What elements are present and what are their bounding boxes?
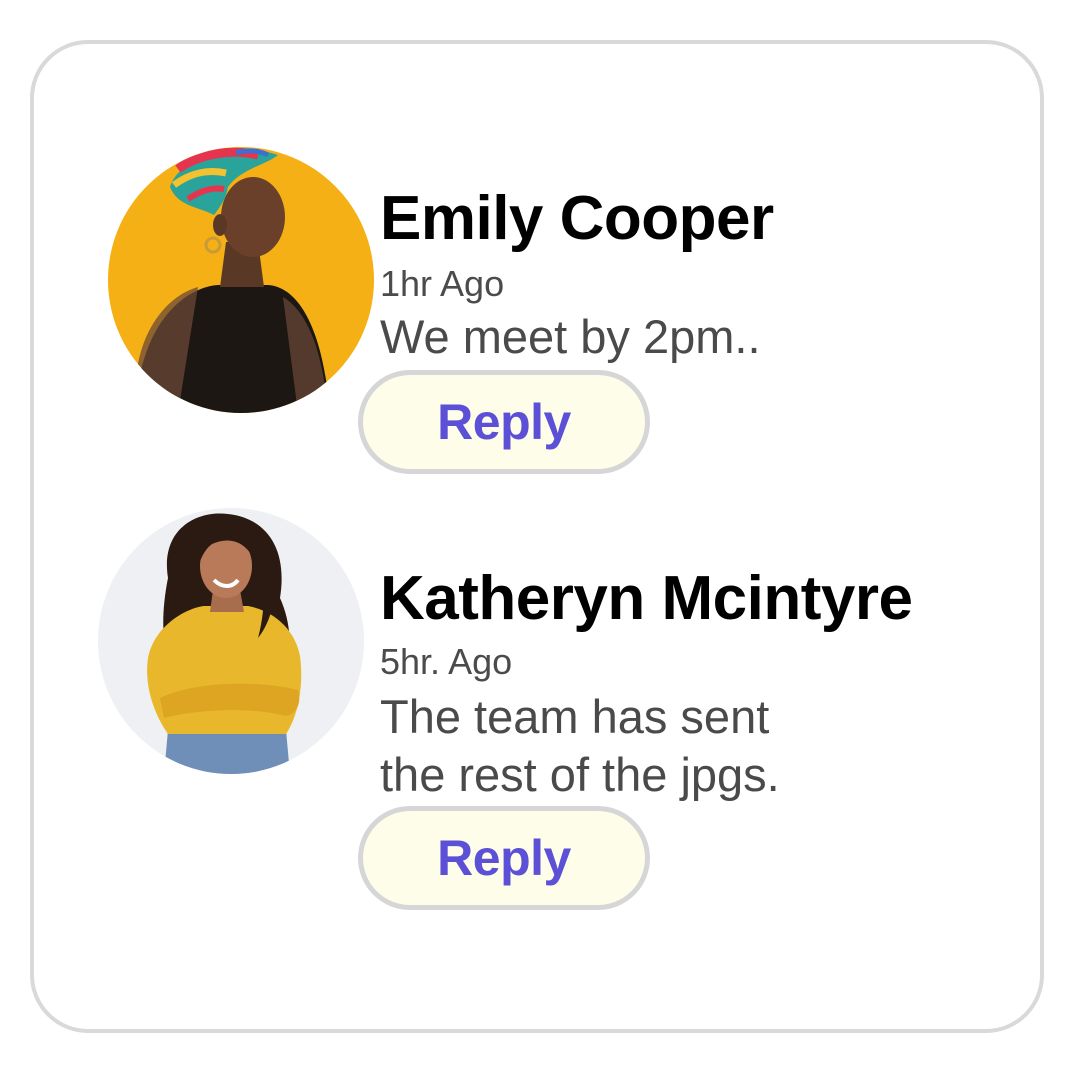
comment-author: Emily Cooper (380, 184, 774, 253)
avatar (98, 508, 364, 774)
comment-timestamp: 5hr. Ago (380, 641, 513, 682)
avatar (108, 147, 374, 413)
reply-button[interactable]: Reply (358, 370, 650, 474)
reply-button[interactable]: Reply (358, 806, 650, 910)
comment-message: We meet by 2pm.. (380, 308, 761, 366)
comment-message-line: We meet by 2pm.. (380, 310, 761, 363)
comment-message: The team has sent the rest of the jpgs. (380, 688, 780, 804)
comment-message-line: The team has sent (380, 690, 770, 743)
comment-author: Katheryn Mcintyre (380, 564, 913, 633)
comment-message-line: the rest of the jpgs. (380, 748, 780, 801)
comment-timestamp: 1hr Ago (380, 263, 505, 304)
